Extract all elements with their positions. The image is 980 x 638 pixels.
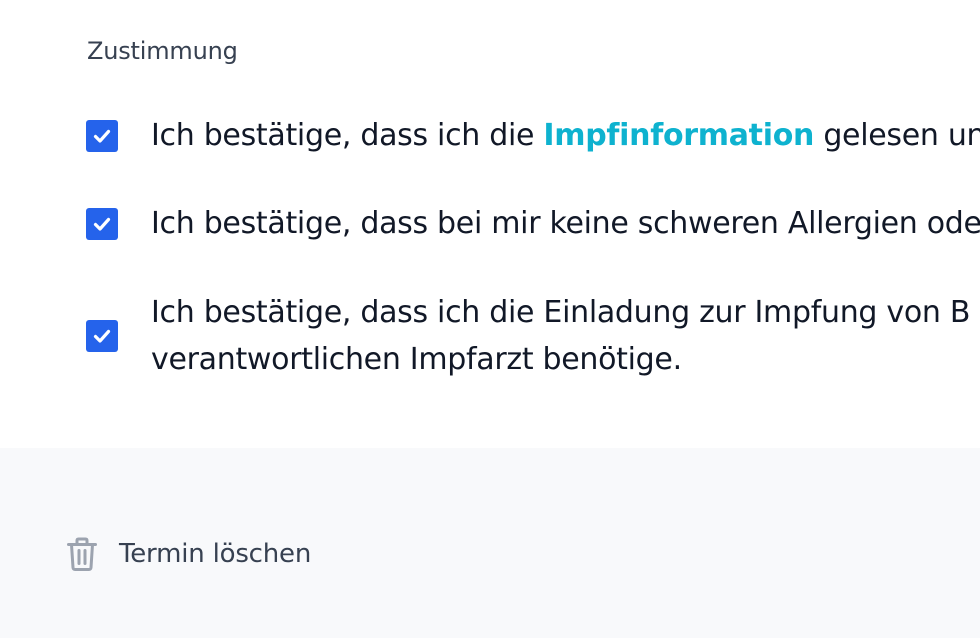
vaccination-info-link[interactable]: Impfinformation xyxy=(543,118,814,153)
checkmark-icon xyxy=(93,217,111,231)
consent-text-invitation-line-1: Ich bestätige, dass ich die Einladung zu… xyxy=(151,295,971,330)
trash-icon xyxy=(67,537,97,571)
consent-text-vaccination-info: Ich bestätige, dass ich die Impfinformat… xyxy=(151,113,980,159)
delete-appointment-label: Termin löschen xyxy=(119,539,312,569)
consent-checkbox-invitation[interactable] xyxy=(86,320,118,352)
consent-text-invitation-line-2: verantwortlichen Impfarzt benötige. xyxy=(151,342,682,377)
consent-text-prefix: Ich bestätige, dass ich die xyxy=(151,118,544,153)
checkmark-icon xyxy=(93,329,111,343)
consent-checkbox-allergies[interactable] xyxy=(86,208,118,240)
consent-checkbox-vaccination-info[interactable] xyxy=(86,120,118,152)
appointment-page: Zustimmung Ich bestätige, dass ich die I… xyxy=(0,0,980,638)
consent-text-allergies: Ich bestätige, dass bei mir keine schwer… xyxy=(151,206,980,241)
section-heading: Zustimmung xyxy=(87,37,238,65)
consent-text-suffix: gelesen und xyxy=(823,118,980,153)
checkmark-icon xyxy=(93,129,111,143)
consent-section: Zustimmung Ich bestätige, dass ich die I… xyxy=(0,0,980,448)
delete-appointment-button[interactable]: Termin löschen xyxy=(66,534,311,574)
